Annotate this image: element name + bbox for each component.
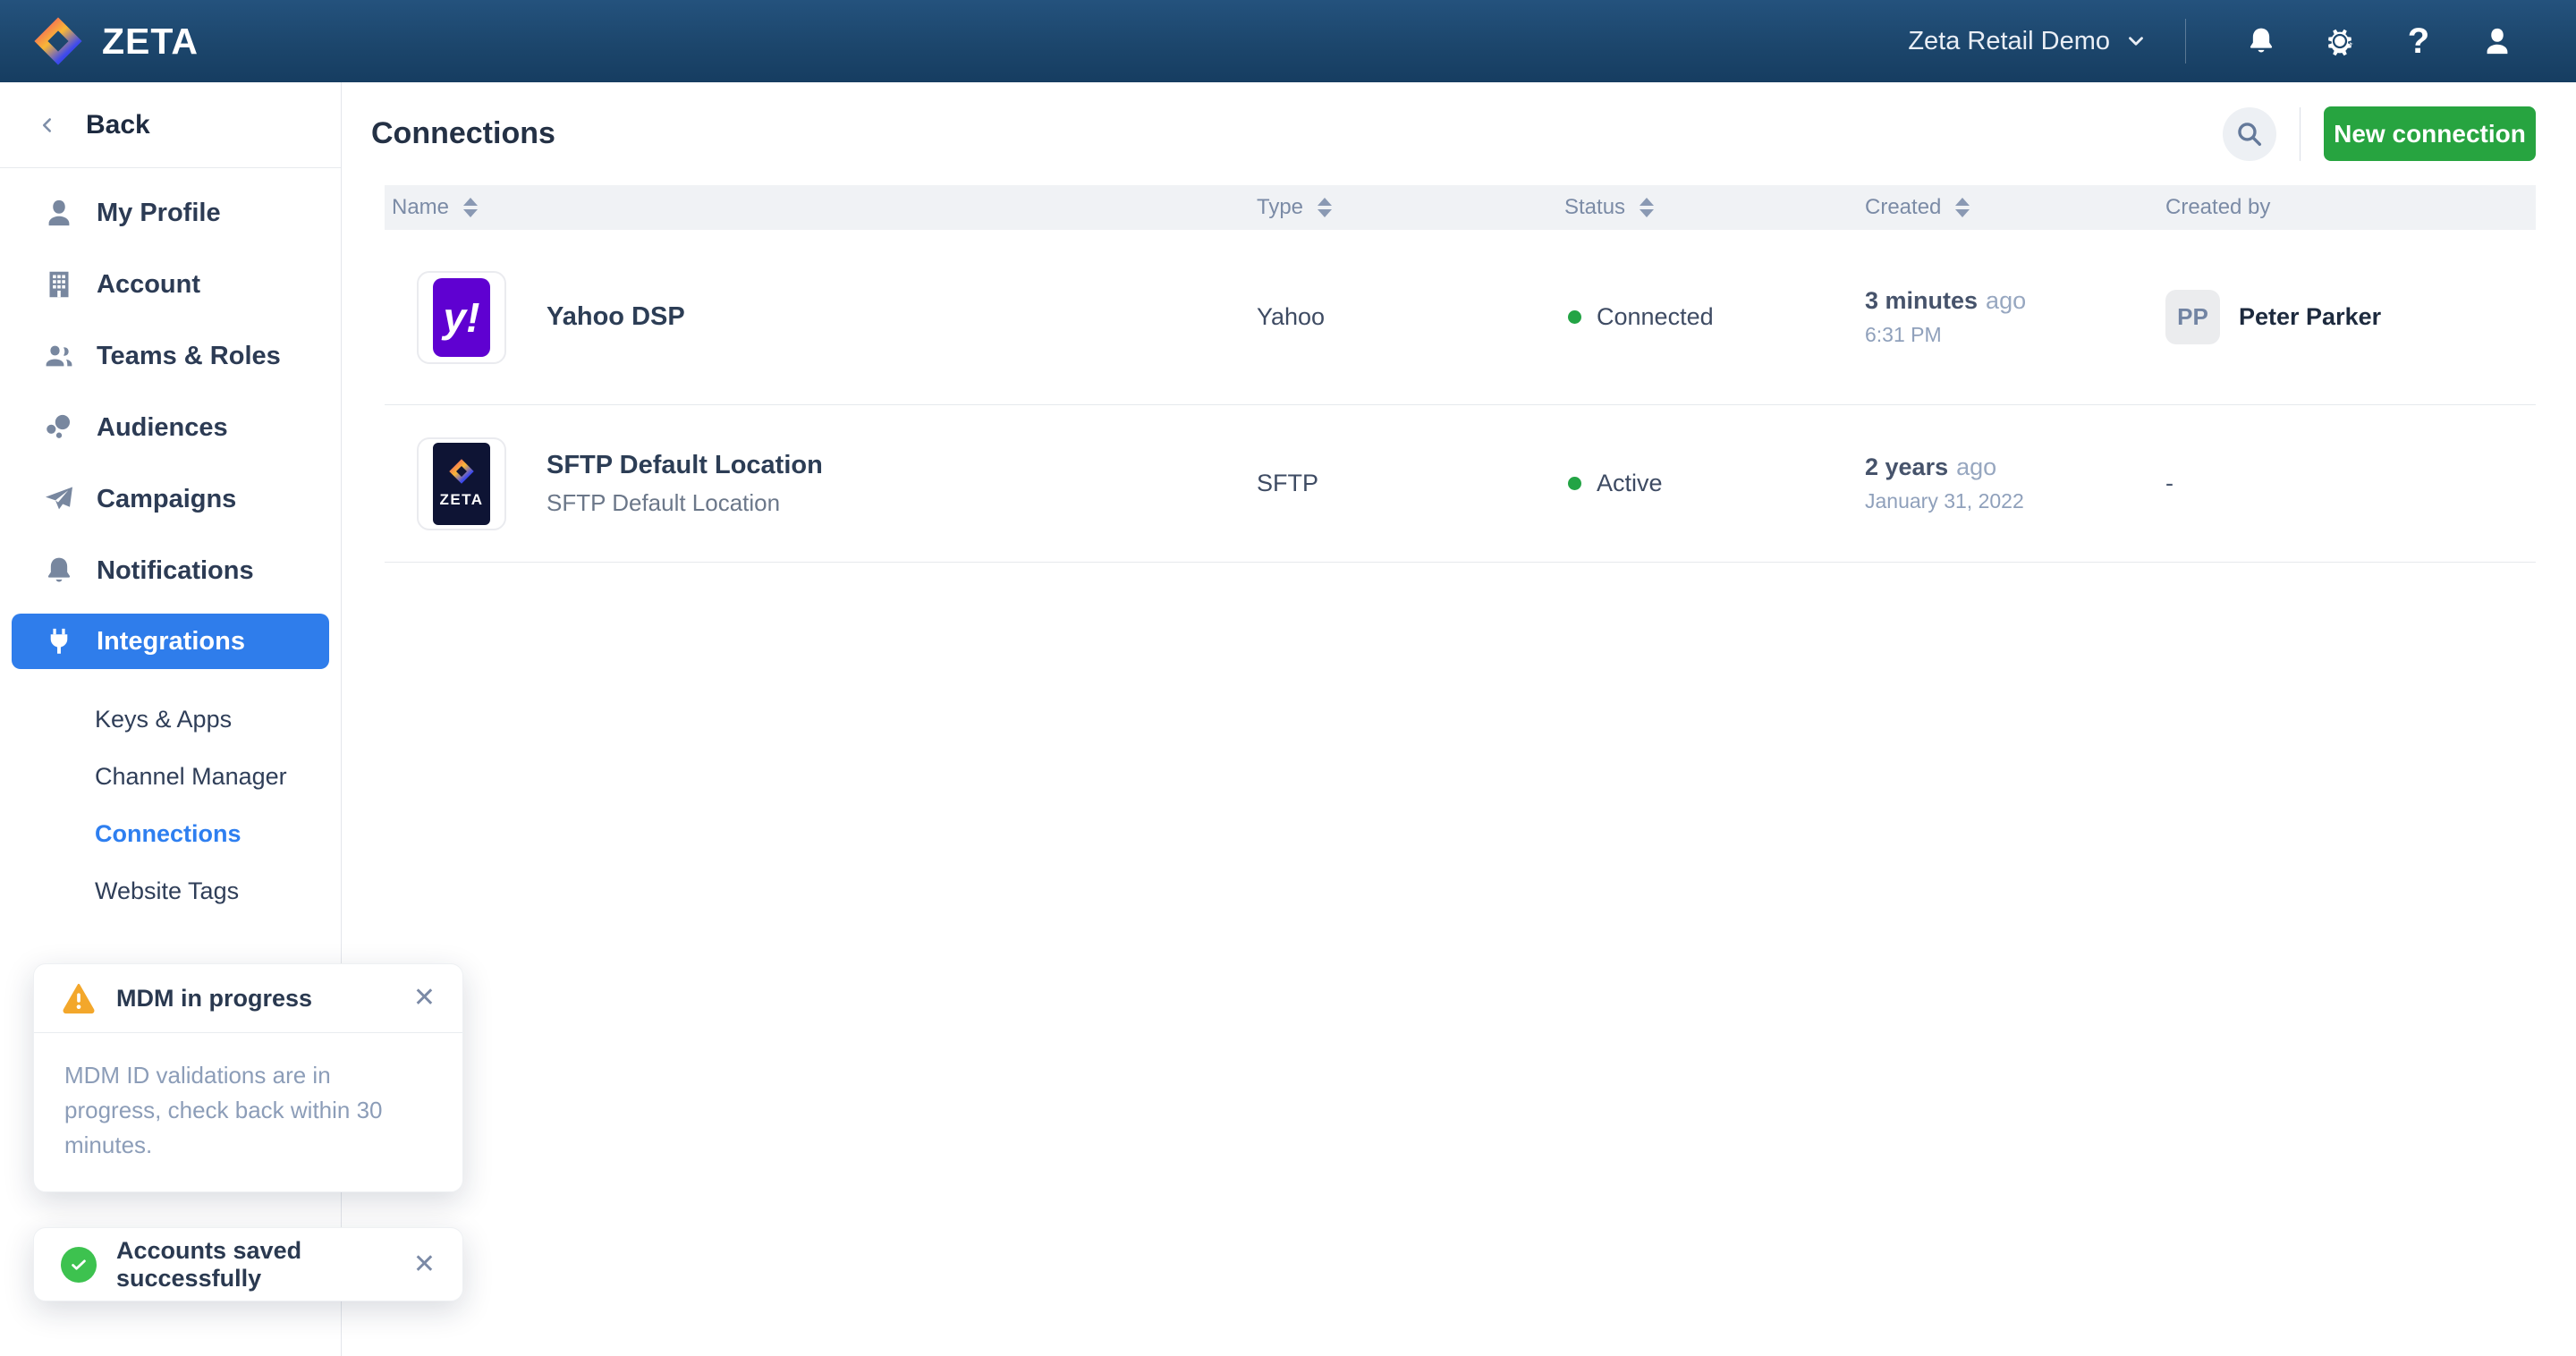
bell-icon	[2245, 25, 2277, 57]
sidebar-item-notifications[interactable]: Notifications	[0, 535, 341, 606]
actions-divider	[2300, 107, 2301, 161]
page-title: Connections	[371, 116, 2223, 151]
connection-status: Active	[1564, 470, 1865, 497]
connection-logo-card: ZETA	[417, 437, 506, 530]
table-row[interactable]: ZETA SFTP Default Location SFTP Default …	[385, 405, 2536, 563]
avatar: PP	[2165, 290, 2220, 344]
person-icon	[2481, 25, 2513, 57]
column-header-name[interactable]: Name	[385, 195, 1257, 220]
brand-name: ZETA	[102, 21, 199, 63]
toast-close-button[interactable]: ✕	[410, 981, 439, 1015]
toast-title: MDM in progress	[116, 985, 390, 1013]
sidebar-item-my-profile[interactable]: My Profile	[0, 177, 341, 249]
notifications-button[interactable]	[2222, 14, 2301, 68]
connections-table: Name Type Status Created Created by	[385, 185, 2536, 563]
building-icon	[43, 268, 75, 301]
bell-icon	[43, 555, 75, 587]
back-button[interactable]: Back	[0, 82, 341, 168]
paper-plane-icon	[43, 483, 75, 515]
question-mark-icon: ?	[2408, 21, 2429, 62]
sidebar-subitem-connections[interactable]: Connections	[0, 805, 341, 862]
warning-icon	[61, 980, 97, 1016]
top-navbar: ZETA Zeta Retail Demo ?	[0, 0, 2576, 82]
sidebar-subitem-keys-apps[interactable]: Keys & Apps	[0, 691, 341, 748]
brand: ZETA	[32, 15, 199, 67]
sidebar-nav: My Profile Account Teams & Roles	[0, 168, 341, 920]
help-button[interactable]: ?	[2379, 14, 2458, 68]
table-row[interactable]: y! Yahoo DSP Yahoo Connected 3 minutesag…	[385, 230, 2536, 405]
status-dot-icon	[1568, 477, 1581, 490]
connection-type: Yahoo	[1257, 303, 1564, 331]
sidebar-subitem-website-tags[interactable]: Website Tags	[0, 862, 341, 920]
search-icon	[2234, 119, 2265, 149]
back-label: Back	[86, 110, 150, 140]
toast-warning: MDM in progress ✕ MDM ID validations are…	[33, 963, 463, 1192]
toast-body: MDM ID validations are in progress, chec…	[34, 1033, 462, 1191]
status-dot-icon	[1568, 310, 1581, 324]
plug-icon	[43, 625, 75, 657]
connection-created: 2 yearsago January 31, 2022	[1865, 453, 2165, 513]
sidebar-item-account[interactable]: Account	[0, 249, 341, 320]
sidebar-item-audiences[interactable]: Audiences	[0, 392, 341, 463]
toast-close-button[interactable]: ✕	[410, 1248, 439, 1282]
column-header-status[interactable]: Status	[1564, 195, 1865, 220]
toast-success: Accounts saved successfully ✕	[33, 1227, 463, 1301]
connection-logo-card: y!	[417, 271, 506, 364]
chevron-left-icon	[36, 114, 59, 137]
main-content: Connections New connection Name Type	[342, 82, 2576, 563]
connection-created-by: -	[2165, 470, 2536, 497]
page-header: Connections New connection	[342, 82, 2576, 185]
sort-icon[interactable]	[1318, 198, 1332, 217]
connection-name: SFTP Default Location	[547, 451, 823, 480]
sidebar-item-campaigns[interactable]: Campaigns	[0, 463, 341, 535]
column-header-type[interactable]: Type	[1257, 195, 1564, 220]
success-check-icon	[61, 1247, 97, 1283]
sidebar-item-integrations[interactable]: Integrations	[12, 614, 329, 669]
new-connection-button[interactable]: New connection	[2324, 106, 2536, 161]
connection-created-by: PP Peter Parker	[2165, 290, 2536, 344]
sort-icon[interactable]	[1955, 198, 1970, 217]
integrations-submenu: Keys & Apps Channel Manager Connections …	[0, 678, 341, 920]
person-icon	[43, 197, 75, 229]
sort-icon[interactable]	[463, 198, 478, 217]
account-switcher[interactable]: Zeta Retail Demo	[1908, 27, 2148, 56]
account-name: Zeta Retail Demo	[1908, 27, 2110, 56]
connection-status: Connected	[1564, 303, 1865, 331]
column-header-created-by: Created by	[2165, 195, 2536, 220]
zeta-logo-icon	[32, 15, 84, 67]
sort-icon[interactable]	[1640, 198, 1654, 217]
gear-icon	[2324, 25, 2356, 57]
profile-button[interactable]	[2458, 14, 2537, 68]
connection-type: SFTP	[1257, 470, 1564, 497]
navbar-divider	[2185, 19, 2186, 64]
chevron-down-icon	[2124, 30, 2148, 53]
sidebar-subitem-channel-manager[interactable]: Channel Manager	[0, 748, 341, 805]
column-header-created[interactable]: Created	[1865, 195, 2165, 220]
zeta-logo-icon: ZETA	[433, 443, 490, 525]
table-header-row: Name Type Status Created Created by	[385, 185, 2536, 230]
connection-name: Yahoo DSP	[547, 302, 685, 332]
settings-button[interactable]	[2301, 14, 2379, 68]
search-button[interactable]	[2223, 107, 2276, 161]
yahoo-logo-icon: y!	[433, 278, 490, 357]
connection-subtitle: SFTP Default Location	[547, 489, 823, 517]
toast-title: Accounts saved successfully	[116, 1237, 390, 1292]
toast-stack: MDM in progress ✕ MDM ID validations are…	[33, 963, 463, 1301]
sidebar-item-teams-roles[interactable]: Teams & Roles	[0, 320, 341, 392]
bubbles-icon	[43, 411, 75, 444]
connection-created: 3 minutesago 6:31 PM	[1865, 287, 2165, 347]
people-icon	[43, 340, 75, 372]
